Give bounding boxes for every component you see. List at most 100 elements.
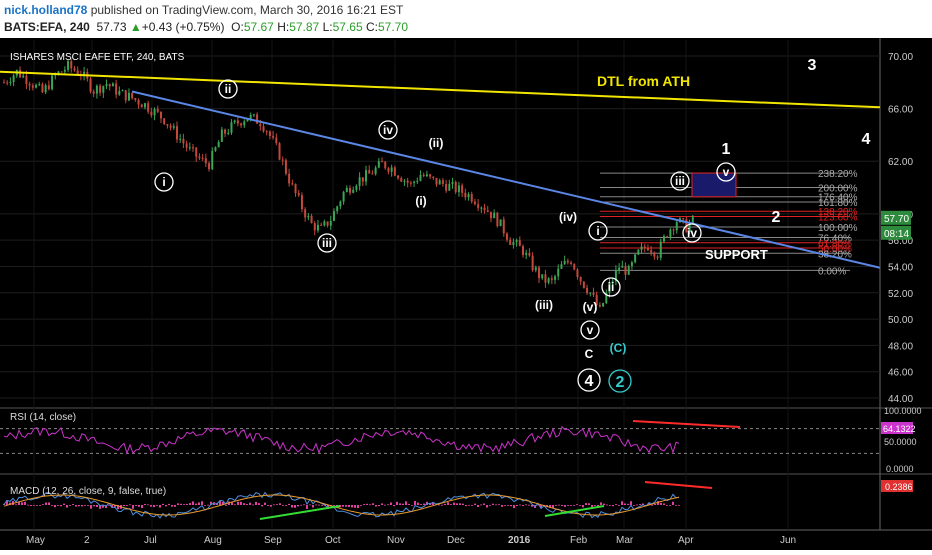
candle-body bbox=[233, 120, 236, 123]
time-tick-label: Jul bbox=[144, 535, 157, 546]
macd-histogram-bar bbox=[522, 505, 524, 507]
candle-body bbox=[342, 191, 345, 202]
candle-body bbox=[73, 68, 76, 71]
price-tick-label: 66.00 bbox=[888, 105, 913, 116]
candle-body bbox=[525, 252, 528, 256]
candle-body bbox=[457, 185, 460, 193]
candle-body bbox=[35, 84, 38, 88]
candle-body bbox=[387, 168, 390, 172]
candle-body bbox=[272, 136, 275, 138]
candle-body bbox=[419, 174, 422, 181]
macd-histogram-bar bbox=[498, 504, 500, 506]
price-tick-label: 52.00 bbox=[888, 289, 913, 300]
candle-body bbox=[214, 147, 217, 151]
candle-body bbox=[159, 111, 162, 119]
macd-histogram-bar bbox=[390, 502, 392, 505]
macd-histogram-bar bbox=[351, 505, 353, 508]
price-tick-label: 44.00 bbox=[888, 394, 913, 405]
candle-body bbox=[217, 141, 220, 148]
candle-body bbox=[416, 180, 419, 182]
candle-body bbox=[646, 248, 649, 251]
candle-body bbox=[345, 187, 348, 192]
candle-body bbox=[579, 276, 582, 282]
candle-body bbox=[192, 147, 195, 149]
macd-histogram-bar bbox=[573, 504, 575, 506]
candle-body bbox=[339, 201, 342, 207]
macd-histogram-bar bbox=[471, 504, 473, 506]
wave-label: (iii) bbox=[535, 298, 553, 312]
candle-body bbox=[557, 268, 560, 277]
time-tick-label: Feb bbox=[570, 535, 588, 546]
candle-body bbox=[28, 84, 31, 86]
candle-body bbox=[211, 150, 214, 170]
candle-body bbox=[425, 174, 428, 177]
macd-histogram-bar bbox=[666, 505, 668, 506]
macd-histogram-bar bbox=[180, 503, 182, 505]
candle-body bbox=[512, 242, 515, 245]
macd-histogram-bar bbox=[447, 502, 449, 505]
macd-label: MACD (12, 26, close, 9, false, true) bbox=[10, 486, 166, 497]
candle-body bbox=[137, 99, 140, 105]
macd-histogram-bar bbox=[267, 505, 269, 506]
macd-histogram-bar bbox=[258, 503, 260, 505]
wave-annotations: iiiiiiiv(ii)(i)(iv)(iii) (v)vC (C)4 2iiiiii… bbox=[154, 57, 871, 393]
macd-histogram-bar bbox=[249, 502, 251, 505]
macd-histogram-bar bbox=[402, 503, 404, 505]
macd-histogram-bar bbox=[378, 505, 380, 507]
macd-histogram-bar bbox=[48, 502, 50, 505]
candle-body bbox=[515, 240, 518, 243]
macd-value-label: 0.2386 bbox=[885, 482, 913, 492]
candle-body bbox=[249, 114, 252, 119]
trend-lines bbox=[0, 70, 881, 269]
macd-histogram-bar bbox=[618, 505, 620, 506]
candle-body bbox=[63, 69, 66, 72]
candle-body bbox=[12, 75, 15, 83]
macd-histogram-bar bbox=[630, 501, 632, 505]
price-tick-label: 46.00 bbox=[888, 368, 913, 379]
macd-histogram-bar bbox=[627, 503, 629, 505]
macd-histogram-bar bbox=[525, 504, 527, 506]
candle-body bbox=[560, 264, 563, 269]
candle-body bbox=[361, 177, 364, 182]
candle-body bbox=[51, 75, 54, 90]
candle-body bbox=[182, 138, 185, 144]
macd-histogram-bar bbox=[354, 505, 356, 508]
wave-label: v bbox=[587, 323, 594, 337]
candle-body bbox=[634, 254, 637, 263]
candle-body bbox=[464, 192, 467, 198]
macd-histogram-bar bbox=[123, 505, 125, 507]
macd-histogram-bar bbox=[513, 505, 515, 509]
chart-area[interactable]: 238.20% 200.00% 176.40% 161.80% 138.20% 123.6… bbox=[0, 38, 932, 550]
macd-histogram-bar bbox=[678, 504, 680, 506]
close-value: 57.70 bbox=[377, 20, 408, 34]
author-link[interactable]: nick.holland78 bbox=[4, 3, 87, 17]
candle-body bbox=[172, 126, 175, 128]
candle-body bbox=[445, 183, 448, 191]
candle-body bbox=[493, 212, 496, 219]
macd-histogram-bar bbox=[348, 505, 350, 507]
macd-histogram-bar bbox=[291, 505, 293, 508]
support-label: SUPPORT bbox=[705, 247, 768, 262]
macd-histogram-bar bbox=[198, 502, 200, 505]
wave-label: ii bbox=[608, 280, 615, 294]
macd-histogram-bar bbox=[195, 503, 197, 505]
candle-body bbox=[454, 182, 457, 193]
candle-body bbox=[486, 210, 489, 212]
candle-body bbox=[124, 90, 127, 101]
fib-level-label: 238.20% bbox=[818, 169, 858, 180]
candle-body bbox=[307, 215, 310, 218]
time-tick-label: Aug bbox=[204, 535, 222, 546]
macd-histogram-bar bbox=[384, 504, 386, 506]
wave-label: ii bbox=[225, 82, 232, 96]
candle-body bbox=[563, 260, 566, 265]
macd-histogram-bar bbox=[555, 505, 557, 506]
macd-histogram-bar bbox=[474, 503, 476, 505]
macd-histogram-bar bbox=[483, 503, 485, 505]
candle-body bbox=[682, 218, 685, 220]
candle-body bbox=[329, 220, 332, 226]
candle-body bbox=[60, 71, 63, 73]
macd-histogram-bar bbox=[477, 505, 479, 507]
candle-body bbox=[355, 185, 358, 190]
chart-canvas[interactable]: 238.20%200.00%176.40%161.80%138.20%123.6… bbox=[0, 38, 932, 550]
candle-body bbox=[384, 161, 387, 169]
